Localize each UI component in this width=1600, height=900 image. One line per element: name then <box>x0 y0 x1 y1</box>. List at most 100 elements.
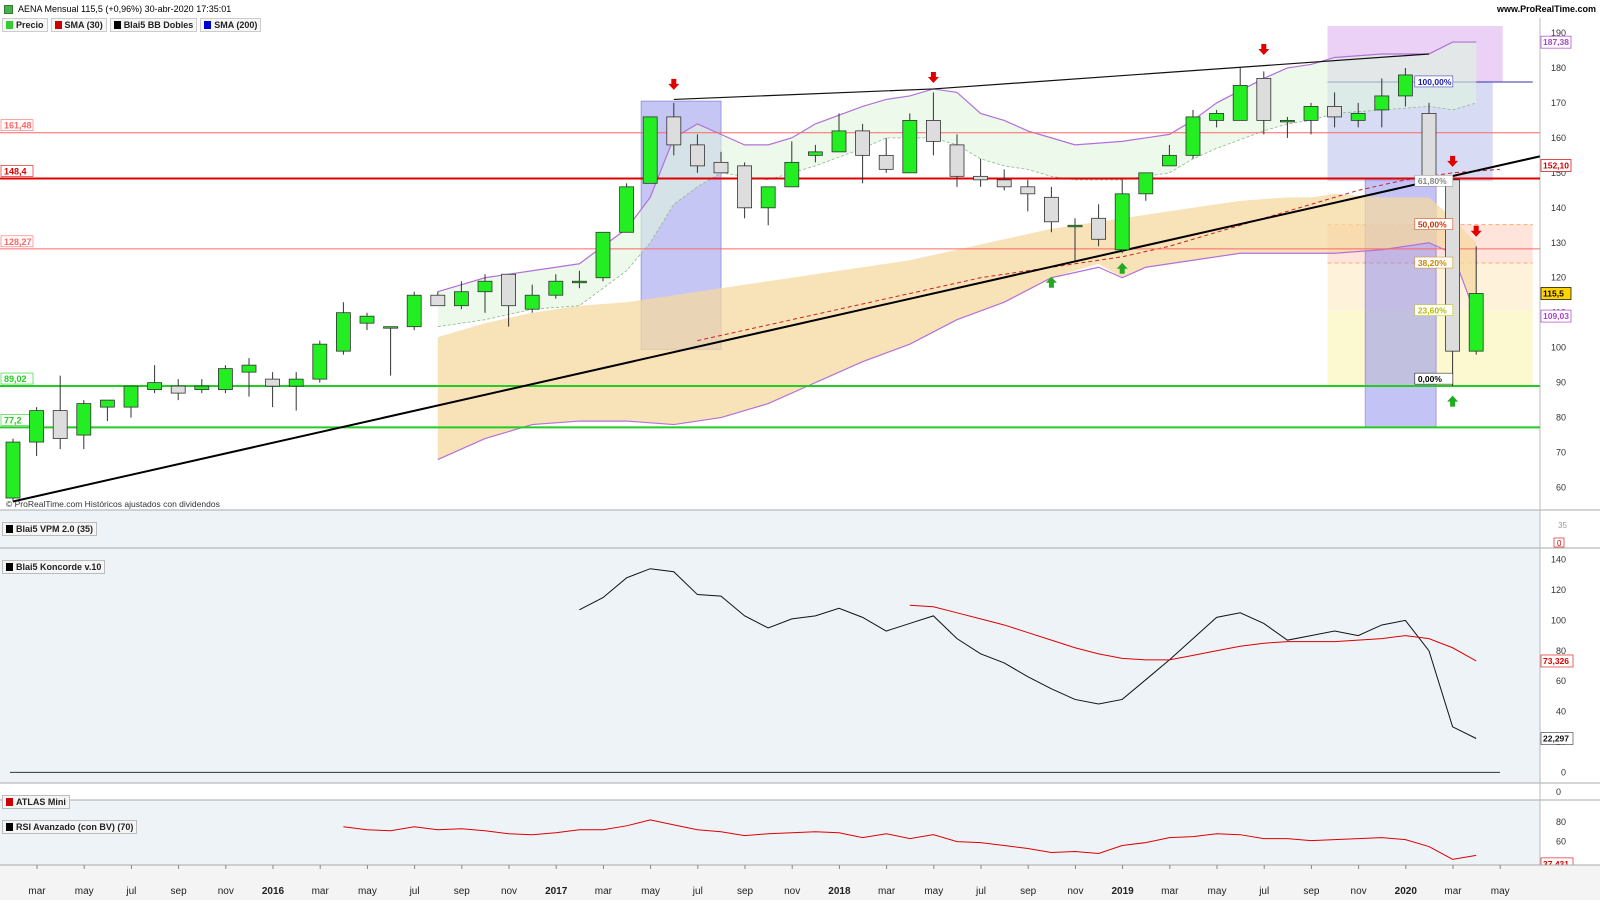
x-tick-label: nov <box>501 886 517 897</box>
candle-body <box>619 186 634 233</box>
candle-body <box>595 231 611 279</box>
x-tick-label: mar <box>1161 886 1179 897</box>
candle-body <box>1067 224 1083 228</box>
atlas-tick: 0 <box>1556 787 1561 797</box>
x-tick-label: sep <box>1303 886 1320 897</box>
x-tick-label: mar <box>312 886 330 897</box>
x-tick-label: jul <box>975 886 986 897</box>
candle-body <box>1327 106 1342 118</box>
candle-body <box>1468 293 1484 352</box>
x-tick-label: nov <box>1067 886 1083 897</box>
bollinger-band-outer <box>437 193 1477 460</box>
candle-body <box>406 294 422 328</box>
koncorde-tick-label: 60 <box>1556 676 1566 686</box>
vpm-bg <box>0 510 1540 548</box>
y-tick-label: 80 <box>1556 413 1566 423</box>
candle-body <box>501 273 517 307</box>
x-tick-label: mar <box>28 886 46 897</box>
candle-body <box>1185 116 1201 156</box>
candle-body <box>1162 154 1177 167</box>
koncorde-tick-label: 80 <box>1556 646 1566 656</box>
candle-body <box>760 186 776 209</box>
candle-body <box>477 280 493 293</box>
vpm-tick-top: 35 <box>1558 521 1567 530</box>
candle-body <box>1232 85 1248 121</box>
x-tick-label: may <box>924 886 943 897</box>
candle-body <box>784 161 800 188</box>
x-tick-label: may <box>75 886 94 897</box>
fib-label-0: 100,00% <box>1418 77 1452 87</box>
y-tick-label: 60 <box>1556 483 1566 493</box>
fib-label-5: 0,00% <box>1418 374 1443 384</box>
candle-body <box>29 410 45 443</box>
candle-body <box>453 291 469 307</box>
candle-body <box>1303 106 1319 121</box>
support-trendline <box>12 155 1541 503</box>
koncorde-swatch <box>6 563 13 571</box>
rsi-tick-label: 60 <box>1556 837 1566 847</box>
sell-arrow-icon <box>927 71 939 83</box>
buy-arrow-icon <box>1447 395 1459 407</box>
copyright-text: © ProRealTime.com Históricos ajustados c… <box>6 499 220 509</box>
candle-body <box>430 294 446 307</box>
x-tick-label: jul <box>692 886 703 897</box>
candle-body <box>713 161 729 174</box>
candle-body <box>265 378 281 387</box>
rsi-swatch <box>6 823 13 831</box>
fib-label-4: 23,60% <box>1418 306 1447 316</box>
rsi-label-text: RSI Avanzado (con BV) (70) <box>16 822 134 832</box>
price-level-label-4: 77,2 <box>4 415 22 425</box>
x-tick-label: may <box>1491 886 1510 897</box>
candle-body <box>1209 113 1224 121</box>
candle-body <box>123 385 139 408</box>
y-tick-label: 180 <box>1551 63 1566 73</box>
koncorde-tick-label: 100 <box>1551 615 1566 625</box>
candle-body <box>170 385 186 394</box>
rsi-tick-label: 80 <box>1556 817 1566 827</box>
vpm-tick-zero: 0 <box>1557 539 1562 548</box>
candle-body <box>52 410 68 439</box>
vpm-label-text: Blai5 VPM 2.0 (35) <box>16 524 94 534</box>
candle-body <box>76 403 92 436</box>
x-tick-label: sep <box>171 886 188 897</box>
candle-body <box>1044 196 1059 223</box>
x-tick-label: jul <box>409 886 420 897</box>
candle-body <box>1138 172 1154 195</box>
candle-body <box>288 378 304 387</box>
candle-body <box>973 175 988 181</box>
fib-label-1: 61,80% <box>1418 176 1447 186</box>
candle-body <box>383 326 399 329</box>
x-tick-label: jul <box>125 886 136 897</box>
x-tick-label: 2019 <box>1111 886 1134 897</box>
price-level-label-2: 128,27 <box>4 237 32 247</box>
candle-body <box>147 382 163 391</box>
candle-body <box>855 130 870 156</box>
chart-canvas[interactable]: 161,48 148,4 128,27 89,02 77,2 100,00% 61,80% 5… <box>0 0 1600 900</box>
koncorde-bg <box>0 548 1540 783</box>
candle-body <box>5 441 21 499</box>
candle-body <box>335 312 351 352</box>
x-tick-label: nov <box>1351 886 1367 897</box>
vpm-panel-label: Blai5 VPM 2.0 (35) <box>2 522 98 536</box>
x-tick-label: nov <box>784 886 800 897</box>
candle-body <box>217 368 233 391</box>
atlas-swatch <box>6 798 13 806</box>
candle-body <box>996 179 1012 188</box>
x-tick-label: may <box>641 886 660 897</box>
price-level-label-3: 89,02 <box>4 374 27 384</box>
y-tick-label: 170 <box>1551 98 1566 108</box>
x-tick-label: sep <box>454 886 471 897</box>
candle-body <box>1020 186 1036 195</box>
x-tick-label: may <box>1208 886 1227 897</box>
candle-body <box>878 154 894 170</box>
x-tick-label: mar <box>595 886 613 897</box>
candle-body <box>524 294 540 310</box>
x-tick-label: 2018 <box>828 886 851 897</box>
x-tick-label: 2017 <box>545 886 568 897</box>
y-tick-label: 70 <box>1556 448 1566 458</box>
candle-body <box>902 120 918 174</box>
x-tick-label: sep <box>737 886 754 897</box>
koncorde-tick-label: 120 <box>1551 585 1566 595</box>
candle-body <box>1374 95 1390 111</box>
price-level-label-1: 148,4 <box>4 166 27 176</box>
